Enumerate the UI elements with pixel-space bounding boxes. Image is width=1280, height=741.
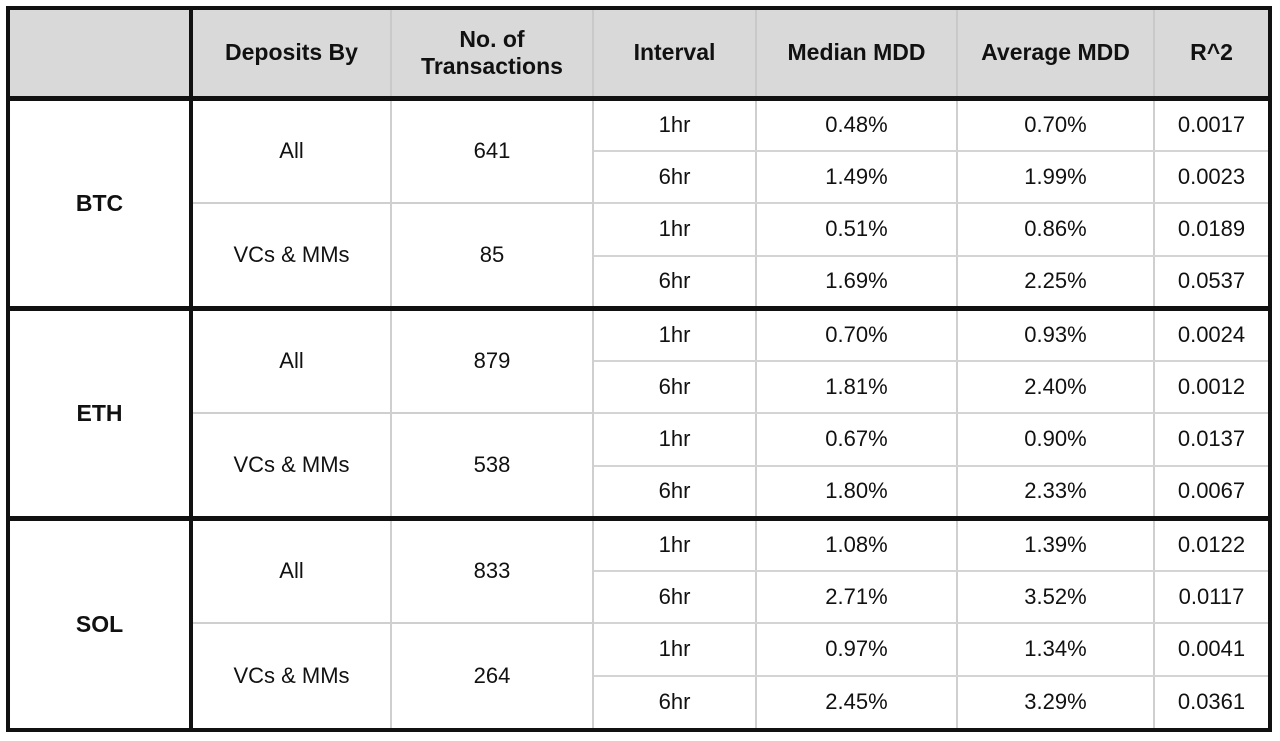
column-header-average-mdd: Average MDD (957, 10, 1155, 101)
transactions-count: 538 (391, 413, 594, 521)
r2-value: 0.0067 (1154, 465, 1268, 521)
median-mdd-value: 1.69% (756, 255, 958, 311)
interval-value: 6hr (593, 570, 757, 624)
interval-value: 1hr (593, 623, 757, 677)
interval-value: 1hr (593, 98, 757, 152)
interval-value: 6hr (593, 675, 757, 728)
average-mdd-value: 1.34% (957, 623, 1155, 677)
median-mdd-value: 0.51% (756, 203, 958, 257)
average-mdd-value: 2.33% (957, 465, 1155, 521)
average-mdd-value: 0.86% (957, 203, 1155, 257)
average-mdd-value: 1.39% (957, 518, 1155, 572)
average-mdd-value: 1.99% (957, 150, 1155, 204)
deposits-by-value: VCs & MMs (191, 413, 392, 521)
r2-value: 0.0189 (1154, 203, 1268, 257)
average-mdd-value: 3.52% (957, 570, 1155, 624)
median-mdd-value: 0.70% (756, 308, 958, 362)
table-row: VCs & MMs 85 1hr 0.51% 0.86% 0.0189 (10, 203, 1268, 311)
transactions-count: 833 (391, 518, 594, 624)
median-mdd-value: 1.81% (756, 360, 958, 414)
average-mdd-value: 2.40% (957, 360, 1155, 414)
column-header-asset (10, 10, 193, 101)
header-row: Deposits By No. of Transactions Interval… (10, 10, 1268, 101)
average-mdd-value: 0.70% (957, 98, 1155, 152)
r2-value: 0.0023 (1154, 150, 1268, 204)
header-line-2: Transactions (421, 52, 563, 79)
r2-value: 0.0041 (1154, 623, 1268, 677)
table-row: ETH All 879 1hr 0.70% 0.93% 0.0024 (10, 308, 1268, 521)
screenshot-root: { "table": { "columns": [ { "key": "asse… (0, 0, 1280, 741)
r2-value: 0.0024 (1154, 308, 1268, 362)
median-mdd-value: 2.45% (756, 675, 958, 728)
column-header-no-of-transactions: No. of Transactions (391, 10, 594, 101)
average-mdd-value: 2.25% (957, 255, 1155, 311)
r2-value: 0.0361 (1154, 675, 1268, 728)
table-row: BTC All 641 1hr 0.48% 0.70% 0.0017 (10, 98, 1268, 311)
average-mdd-value: 3.29% (957, 675, 1155, 728)
median-mdd-value: 0.67% (756, 413, 958, 467)
interval-value: 1hr (593, 518, 757, 572)
interval-value: 6hr (593, 255, 757, 311)
deposits-by-value: VCs & MMs (191, 203, 392, 311)
transactions-count: 879 (391, 308, 594, 414)
asset-label-sol: SOL (10, 518, 193, 728)
interval-value: 1hr (593, 413, 757, 467)
table-body: BTC All 641 1hr 0.48% 0.70% 0.0017 6hr 1.49% 1.99… (10, 98, 1268, 728)
asset-label-eth: ETH (10, 308, 193, 521)
r2-value: 0.0012 (1154, 360, 1268, 414)
table: Deposits By No. of Transactions Interval… (10, 10, 1268, 728)
interval-value: 1hr (593, 308, 757, 362)
deposits-by-value: All (191, 98, 392, 204)
column-header-interval: Interval (593, 10, 757, 101)
table-row: SOL All 833 1hr 1.08% 1.39% 0.0122 (10, 518, 1268, 728)
median-mdd-value: 0.48% (756, 98, 958, 152)
mdd-statistics-table: Deposits By No. of Transactions Interval… (6, 6, 1272, 732)
r2-value: 0.0137 (1154, 413, 1268, 467)
column-header-median-mdd: Median MDD (756, 10, 958, 101)
table-header: Deposits By No. of Transactions Interval… (10, 10, 1268, 101)
median-mdd-value: 0.97% (756, 623, 958, 677)
table-row: VCs & MMs 264 1hr 0.97% 1.34% 0.0041 (10, 623, 1268, 728)
deposits-by-value: VCs & MMs (191, 623, 392, 728)
median-mdd-value: 1.49% (756, 150, 958, 204)
average-mdd-value: 0.93% (957, 308, 1155, 362)
interval-value: 6hr (593, 465, 757, 521)
r2-value: 0.0117 (1154, 570, 1268, 624)
interval-value: 6hr (593, 150, 757, 204)
column-header-deposits-by: Deposits By (191, 10, 392, 101)
transactions-count: 85 (391, 203, 594, 311)
r2-value: 0.0537 (1154, 255, 1268, 311)
average-mdd-value: 0.90% (957, 413, 1155, 467)
asset-label-btc: BTC (10, 98, 193, 311)
interval-value: 1hr (593, 203, 757, 257)
column-header-r2: R^2 (1154, 10, 1268, 101)
transactions-count: 264 (391, 623, 594, 728)
median-mdd-value: 1.08% (756, 518, 958, 572)
deposits-by-value: All (191, 518, 392, 624)
r2-value: 0.0017 (1154, 98, 1268, 152)
table-row: VCs & MMs 538 1hr 0.67% 0.90% 0.0137 (10, 413, 1268, 521)
interval-value: 6hr (593, 360, 757, 414)
median-mdd-value: 1.80% (756, 465, 958, 521)
deposits-by-value: All (191, 308, 392, 414)
median-mdd-value: 2.71% (756, 570, 958, 624)
transactions-count: 641 (391, 98, 594, 204)
r2-value: 0.0122 (1154, 518, 1268, 572)
header-line-1: No. of (459, 25, 525, 52)
